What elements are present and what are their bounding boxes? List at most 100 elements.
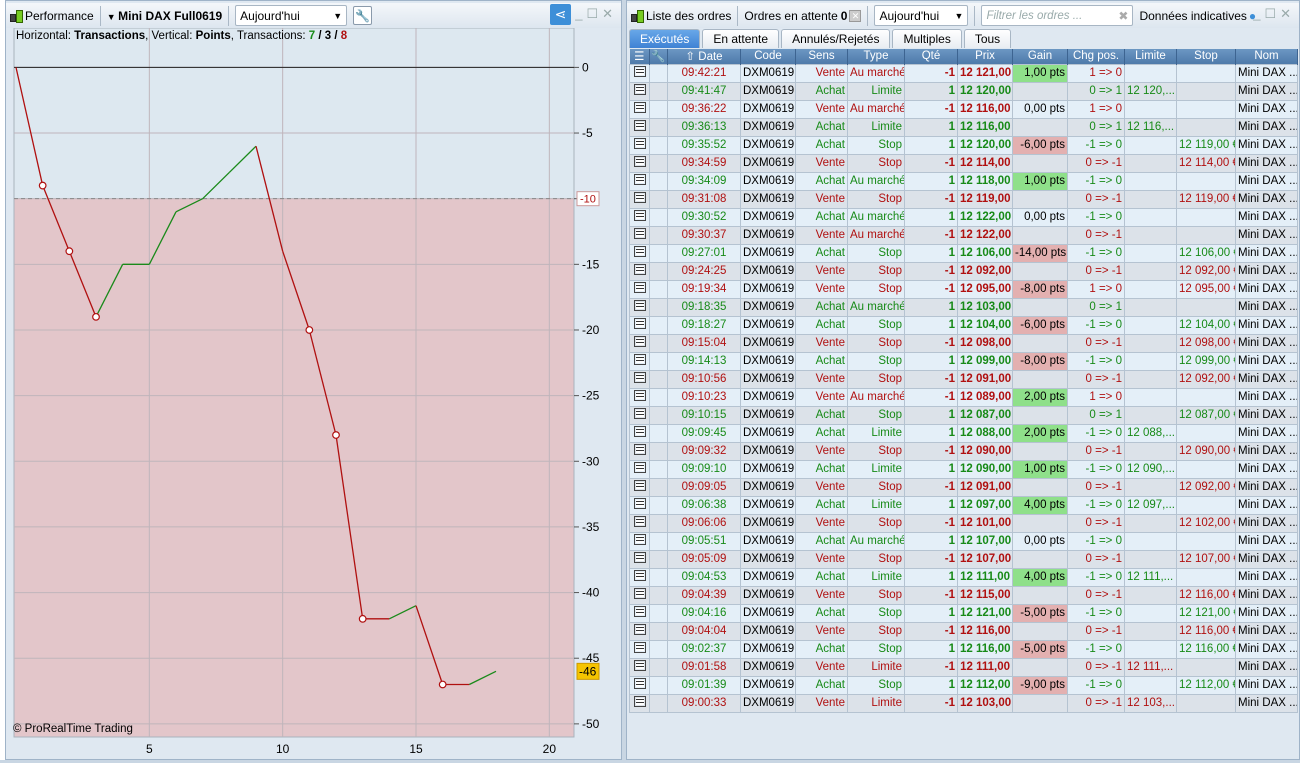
order-details-button[interactable] [629,81,650,101]
table-row[interactable]: 09:18:27 DXM0619 Achat Stop 1 12 104,00 -6,00 … [629,315,1298,335]
order-details-button[interactable] [629,603,650,623]
order-details-button[interactable] [629,567,650,587]
column-nom[interactable]: Nom [1235,49,1298,64]
table-row[interactable]: 09:04:16 DXM0619 Achat Stop 1 12 121,00 -5,00 … [629,603,1298,623]
minimize-icon[interactable]: _ [575,6,586,21]
order-details-button[interactable] [629,207,650,227]
column-qty[interactable]: Qté [904,49,958,64]
order-details-button[interactable] [629,405,650,425]
table-row[interactable]: 09:05:09 DXM0619 Vente Stop -1 12 107,00 0 => … [629,549,1298,569]
instrument-selector[interactable]: ▼ Mini DAX Full0619 [107,9,222,23]
order-details-button[interactable] [629,459,650,479]
order-details-button[interactable] [629,63,650,83]
table-row[interactable]: 09:04:39 DXM0619 Vente Stop -1 12 115,00 0 => … [629,585,1298,605]
column-code[interactable]: Code [740,49,796,64]
table-row[interactable]: 09:19:34 DXM0619 Vente Stop -1 12 095,00 -8,00… [629,279,1298,299]
column-prix[interactable]: Prix [957,49,1013,64]
order-details-button[interactable] [629,531,650,551]
table-row[interactable]: 09:14:13 DXM0619 Achat Stop 1 12 099,00 -8,00 … [629,351,1298,371]
order-details-button[interactable] [629,333,650,353]
cancel-all-icon[interactable]: ✕ [849,9,862,22]
table-row[interactable]: 09:01:58 DXM0619 Vente Limite -1 12 111,00 0 =… [629,657,1298,677]
column-stop[interactable]: Stop [1176,49,1236,64]
order-details-button[interactable] [629,153,650,173]
order-details-button[interactable] [629,261,650,281]
clear-filter-icon[interactable]: ✖ [1118,9,1128,23]
maximize-icon[interactable]: ☐ [1264,6,1280,21]
table-row[interactable]: 09:30:52 DXM0619 Achat Au marché 1 12 122,00 0… [629,207,1298,227]
tab-tous[interactable]: Tous [963,29,1012,48]
order-details-button[interactable] [629,639,650,659]
table-row[interactable]: 09:05:51 DXM0619 Achat Au marché 1 12 107,00 0… [629,531,1298,551]
table-row[interactable]: 09:34:59 DXM0619 Vente Stop -1 12 114,00 0 => … [629,153,1298,173]
maximize-icon[interactable]: ☐ [586,6,602,21]
order-details-button[interactable] [629,351,650,371]
order-details-button[interactable] [629,621,650,641]
column-type[interactable]: Type [847,49,905,64]
order-details-button[interactable] [629,99,650,119]
table-row[interactable]: 09:36:22 DXM0619 Vente Au marché -1 12 116,00… [629,99,1298,119]
table-row[interactable]: 09:36:13 DXM0619 Achat Limite 1 12 116,00 0 =>… [629,117,1298,137]
close-icon[interactable]: ✕ [602,6,617,21]
order-details-button[interactable] [629,441,650,461]
table-row[interactable]: 09:09:05 DXM0619 Vente Stop -1 12 091,00 0 => … [629,477,1298,497]
table-row[interactable]: 09:35:52 DXM0619 Achat Stop 1 12 120,00 -6,00 … [629,135,1298,155]
period-select[interactable]: Aujourd'hui ▼ [874,5,969,26]
table-row[interactable]: 09:06:06 DXM0619 Vente Stop -1 12 101,00 0 => … [629,513,1298,533]
order-details-button[interactable] [629,369,650,389]
order-details-button[interactable] [629,243,650,263]
order-details-button[interactable] [629,513,650,533]
settings-wrench-button[interactable]: 🔧 [353,6,373,25]
table-row[interactable]: 09:06:38 DXM0619 Achat Limite 1 12 097,00 4,00… [629,495,1298,515]
table-row[interactable]: 09:15:04 DXM0619 Vente Stop -1 12 098,00 0 => … [629,333,1298,353]
window-controls[interactable]: _☐✕ [575,6,617,22]
order-details-button[interactable] [629,189,650,209]
order-details-button[interactable] [629,585,650,605]
order-details-button[interactable] [629,657,650,677]
order-details-button[interactable] [629,477,650,497]
column-sens[interactable]: Sens [795,49,848,64]
wrench-icon[interactable]: 🔧 [649,49,668,64]
order-details-button[interactable] [629,693,650,713]
window-controls[interactable]: _☐✕ [1253,6,1295,22]
table-row[interactable]: 09:04:04 DXM0619 Vente Stop -1 12 116,00 0 => … [629,621,1298,641]
column-chg-pos[interactable]: Chg pos. [1067,49,1125,64]
table-row[interactable]: 09:41:47 DXM0619 Achat Limite 1 12 120,00 0 =>… [629,81,1298,101]
order-details-button[interactable] [629,279,650,299]
columns-menu-icon[interactable]: ☰ [629,49,650,64]
table-row[interactable]: 09:27:01 DXM0619 Achat Stop 1 12 106,00 -14,00… [629,243,1298,263]
table-row[interactable]: 09:09:10 DXM0619 Achat Limite 1 12 090,00 1,00… [629,459,1298,479]
order-details-button[interactable] [629,135,650,155]
table-row[interactable]: 09:00:33 DXM0619 Vente Limite -1 12 103,00 0 =… [629,693,1298,713]
tab-annules-rejetes[interactable]: Annulés/Rejetés [781,29,891,48]
column-gain[interactable]: Gain [1012,49,1068,64]
table-row[interactable]: 09:42:21 DXM0619 Vente Au marché -1 12 121,00… [629,63,1298,83]
table-row[interactable]: 09:10:56 DXM0619 Vente Stop -1 12 091,00 0 => … [629,369,1298,389]
table-row[interactable]: 09:18:35 DXM0619 Achat Au marché 1 12 103,00 0… [629,297,1298,317]
order-details-button[interactable] [629,495,650,515]
share-button[interactable]: ⋖ [550,4,571,25]
column-date[interactable]: ⇧ Date [667,49,741,64]
tab-multiples[interactable]: Multiples [892,29,962,48]
table-row[interactable]: 09:04:53 DXM0619 Achat Limite 1 12 111,00 4,00… [629,567,1298,587]
column-limite[interactable]: Limite [1124,49,1177,64]
table-row[interactable]: 09:02:37 DXM0619 Achat Stop 1 12 116,00 -5,00 … [629,639,1298,659]
table-row[interactable]: 09:24:25 DXM0619 Vente Stop -1 12 092,00 0 => … [629,261,1298,281]
order-details-button[interactable] [629,387,650,407]
order-details-button[interactable] [629,117,650,137]
order-details-button[interactable] [629,423,650,443]
order-details-button[interactable] [629,675,650,695]
minimize-icon[interactable]: _ [1253,6,1264,21]
order-details-button[interactable] [629,315,650,335]
order-details-button[interactable] [629,225,650,245]
close-icon[interactable]: ✕ [1280,6,1295,21]
table-row[interactable]: 09:01:39 DXM0619 Achat Stop 1 12 112,00 -9,00 … [629,675,1298,695]
period-select[interactable]: Aujourd'hui ▼ [235,5,348,26]
table-row[interactable]: 09:30:37 DXM0619 Vente Au marché -1 12 122,00… [629,225,1298,245]
table-row[interactable]: 09:09:32 DXM0619 Vente Stop -1 12 090,00 0 => … [629,441,1298,461]
order-details-button[interactable] [629,171,650,191]
order-details-button[interactable] [629,297,650,317]
table-row[interactable]: 09:09:45 DXM0619 Achat Limite 1 12 088,00 2,00… [629,423,1298,443]
table-row[interactable]: 09:34:09 DXM0619 Achat Au marché 1 12 118,00 1… [629,171,1298,191]
order-details-button[interactable] [629,549,650,569]
